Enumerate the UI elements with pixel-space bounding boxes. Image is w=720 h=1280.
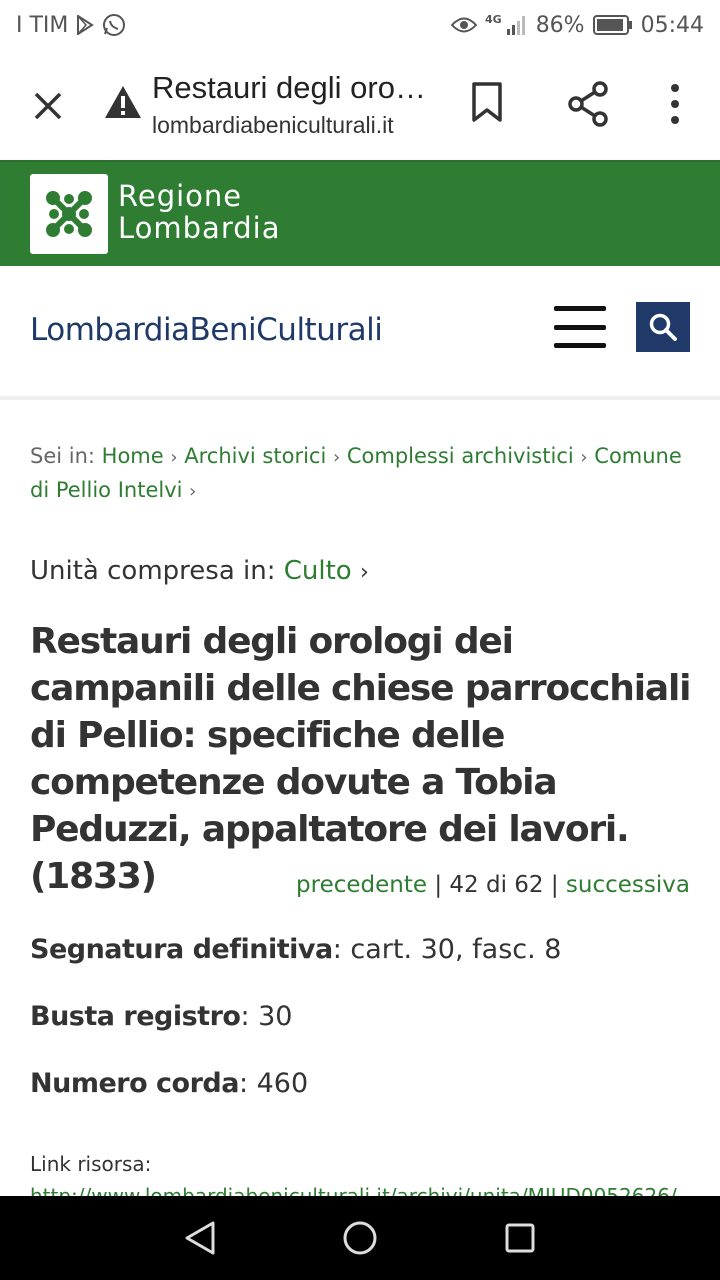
status-left: I TIM xyxy=(16,13,126,38)
breadcrumb-separator: › xyxy=(332,447,341,468)
field-numero-corda: Numero corda: 460 xyxy=(30,1068,308,1099)
breadcrumb-complessi-archivistici[interactable]: Complessi archivistici xyxy=(347,444,574,468)
back-triangle-icon xyxy=(185,1221,215,1255)
field-label: Numero corda xyxy=(30,1068,239,1099)
region-logo[interactable] xyxy=(30,174,108,254)
browser-toolbar: Restauri degli oro… lombardiabenicultura… xyxy=(0,50,720,160)
resource-link-label: Link risorsa: xyxy=(30,1152,152,1176)
breadcrumb-separator: › xyxy=(580,447,588,468)
bookmark-icon xyxy=(472,82,502,122)
search-button[interactable] xyxy=(636,302,690,352)
next-link[interactable]: successiva xyxy=(566,872,690,898)
parent-unit: Unità compresa in: Culto › xyxy=(30,556,369,586)
pager-position: 42 di 62 xyxy=(449,872,544,898)
system-nav-bar xyxy=(0,1196,720,1280)
whatsapp-icon xyxy=(102,13,126,37)
pager-divider: | xyxy=(434,872,443,898)
back-button[interactable] xyxy=(178,1216,222,1260)
status-right: 4G 86% 05:44 xyxy=(451,13,704,38)
region-name-line2: Lombardia xyxy=(118,211,281,245)
parent-unit-link[interactable]: Culto xyxy=(284,556,352,586)
recents-square-icon xyxy=(505,1223,535,1253)
region-header: Regione Lombardia xyxy=(0,160,720,266)
previous-link[interactable]: precedente xyxy=(296,872,427,898)
hamburger-icon xyxy=(554,306,606,311)
warning-icon xyxy=(105,86,141,118)
eye-icon xyxy=(451,16,477,34)
carrier-label: I TIM xyxy=(16,12,69,38)
signal-icon xyxy=(506,14,528,36)
battery-label: 86% xyxy=(535,12,585,38)
pager-divider: | xyxy=(550,872,559,898)
recents-button[interactable] xyxy=(498,1216,542,1260)
page-url[interactable]: lombardiabeniculturali.it xyxy=(152,112,394,139)
page-title[interactable]: Restauri degli oro… xyxy=(152,70,442,106)
parent-unit-separator: › xyxy=(359,560,369,585)
bookmark-button[interactable] xyxy=(470,80,514,130)
more-options-button[interactable] xyxy=(660,80,690,130)
share-icon xyxy=(568,81,608,127)
share-button[interactable] xyxy=(566,80,610,130)
network-label: 4G xyxy=(485,12,502,26)
resource-link[interactable]: http://www.lombardiabeniculturali.it/arc… xyxy=(30,1182,700,1196)
parent-unit-label: Unità compresa in: xyxy=(30,556,284,586)
search-icon xyxy=(649,313,677,341)
site-info-button[interactable] xyxy=(104,84,144,124)
breadcrumb: Sei in: Home › Archivi storici › Comples… xyxy=(30,440,690,508)
field-segnatura: Segnatura definitiva: cart. 30, fasc. 8 xyxy=(30,934,561,965)
play-store-icon xyxy=(76,15,95,35)
more-vertical-icon xyxy=(671,84,679,124)
breadcrumb-archivi-storici[interactable]: Archivi storici xyxy=(184,444,326,468)
hamburger-bar xyxy=(554,324,606,330)
close-tab-button[interactable] xyxy=(22,80,74,132)
record-title: Restauri degli orologi dei campanili del… xyxy=(30,621,691,897)
field-label: Busta registro xyxy=(30,1001,241,1032)
field-busta: Busta registro: 30 xyxy=(30,1001,293,1032)
region-name-line1: Regione xyxy=(118,179,243,213)
breadcrumb-separator: › xyxy=(170,447,178,468)
field-value: : 460 xyxy=(238,1068,309,1099)
time-label: 05:44 xyxy=(640,12,704,38)
region-name[interactable]: Regione Lombardia xyxy=(118,180,280,244)
home-circle-icon xyxy=(343,1221,377,1255)
site-logo-link[interactable]: LombardiaBeniCulturali xyxy=(30,312,383,348)
home-button[interactable] xyxy=(338,1216,382,1260)
field-value: : 30 xyxy=(240,1001,293,1032)
menu-button[interactable] xyxy=(554,306,606,348)
breadcrumb-home[interactable]: Home xyxy=(102,444,164,468)
status-bar: I TIM 4G 86% 05:44 xyxy=(0,0,720,50)
close-icon xyxy=(34,92,62,120)
battery-icon xyxy=(592,14,633,36)
breadcrumb-separator: › xyxy=(189,481,197,502)
rosa-camuna-icon xyxy=(46,191,92,237)
field-value: : cart. 30, fasc. 8 xyxy=(332,934,562,965)
breadcrumb-prefix: Sei in: xyxy=(30,444,102,468)
hamburger-bar xyxy=(554,343,606,348)
site-header: LombardiaBeniCulturali xyxy=(0,266,720,400)
record-pager: precedente | 42 di 62 | successiva xyxy=(296,872,690,898)
field-label: Segnatura definitiva xyxy=(30,934,333,965)
